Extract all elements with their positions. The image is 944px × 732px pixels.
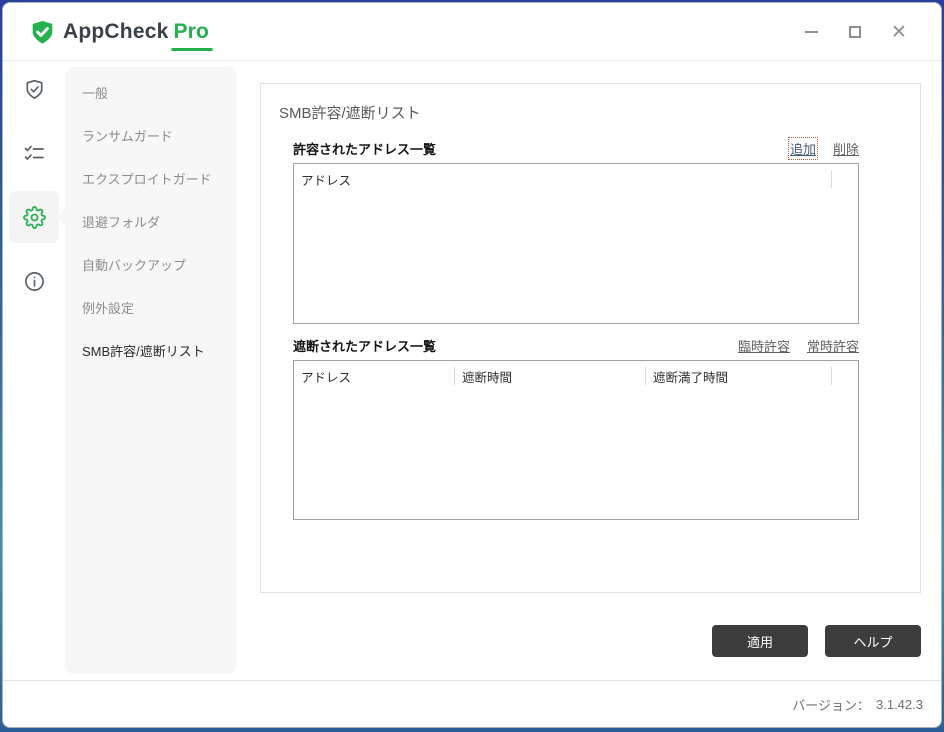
close-button[interactable]: ✕ (877, 12, 921, 52)
window-controls: ✕ (789, 3, 941, 61)
page-title: SMB許容/遮断リスト (279, 102, 421, 123)
blocked-list-label: 遮断されたアドレス一覧 (293, 336, 436, 355)
info-icon (23, 270, 46, 293)
logo-pro-name: Pro (173, 20, 209, 44)
allowed-section-header: 許容されたアドレス一覧 追加 削除 (293, 140, 859, 157)
app-window: AppCheck Pro ✕ (2, 2, 942, 728)
column-divider (645, 367, 646, 385)
menu-item-exploit-guard[interactable]: エクスプロイトガード (65, 157, 237, 200)
help-button[interactable]: ヘルプ (825, 625, 921, 657)
always-allow-link[interactable]: 常時許容 (807, 336, 859, 355)
logo-underline (171, 48, 213, 51)
rail-item-settings[interactable] (9, 192, 59, 242)
version-value: 3.1.42.3 (876, 697, 923, 712)
menu-item-exceptions[interactable]: 例外設定 (65, 286, 237, 329)
maximize-icon (849, 26, 861, 38)
temporary-allow-link[interactable]: 臨時許容 (738, 336, 790, 355)
maximize-button[interactable] (833, 12, 877, 52)
add-link[interactable]: 追加 (790, 139, 816, 158)
allowed-address-list[interactable]: アドレス (293, 163, 859, 324)
allowed-list-header: アドレス (294, 164, 858, 190)
title-bar: AppCheck Pro ✕ (3, 3, 941, 61)
menu-item-general[interactable]: 一般 (65, 71, 237, 114)
logo-app-name: AppCheck (63, 20, 168, 44)
gear-icon (23, 206, 46, 229)
allowed-list-label: 許容されたアドレス一覧 (293, 139, 436, 158)
menu-item-smb-list[interactable]: SMB許容/遮断リスト (65, 329, 237, 372)
rail-item-logs[interactable] (9, 128, 59, 178)
checklist-icon (22, 141, 46, 165)
menu-item-ransom-guard[interactable]: ランサムガード (65, 114, 237, 157)
smb-settings-panel: SMB許容/遮断リスト 許容されたアドレス一覧 追加 削除 アドレス 遮断された… (260, 83, 921, 593)
menu-item-auto-backup[interactable]: 自動バックアップ (65, 243, 237, 286)
column-header-block-time: 遮断時間 (462, 367, 512, 386)
delete-link[interactable]: 削除 (833, 139, 859, 158)
rail-item-info[interactable] (9, 256, 59, 306)
rail-item-protection[interactable] (9, 64, 59, 114)
column-header-address: アドレス (301, 367, 351, 386)
app-logo: AppCheck Pro (29, 3, 209, 61)
column-divider (831, 170, 832, 188)
settings-menu: 一般 ランサムガード エクスプロイトガード 退避フォルダ 自動バックアップ 例外… (65, 67, 237, 674)
status-bar: バージョン： 3.1.42.3 (3, 680, 941, 727)
blocked-section-header: 遮断されたアドレス一覧 臨時許容 常時許容 (293, 337, 859, 354)
column-header-block-expire-time: 遮断満了時間 (653, 367, 728, 386)
shield-check-icon (23, 78, 46, 101)
minimize-icon (805, 31, 818, 33)
minimize-button[interactable] (789, 12, 833, 52)
column-divider (831, 367, 832, 385)
blocked-address-list[interactable]: アドレス 遮断時間 遮断満了時間 (293, 360, 859, 520)
column-divider (454, 367, 455, 385)
version-label: バージョン： (792, 695, 870, 714)
blocked-list-header: アドレス 遮断時間 遮断満了時間 (294, 361, 858, 387)
column-header-address: アドレス (301, 170, 351, 189)
close-icon: ✕ (891, 23, 907, 42)
logo-shield-icon (29, 19, 56, 46)
apply-button[interactable]: 適用 (712, 625, 808, 657)
menu-item-evacuation-folder[interactable]: 退避フォルダ (65, 200, 237, 243)
